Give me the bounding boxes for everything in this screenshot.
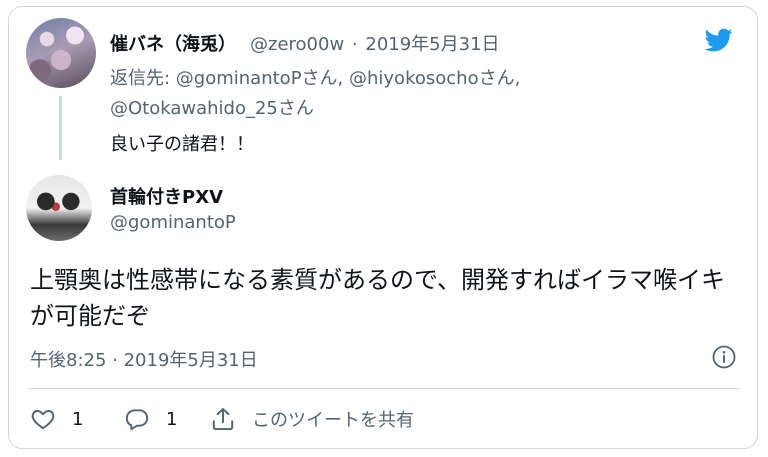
mention-suffix: さん,: [478, 68, 521, 89]
actions-divider: [28, 388, 740, 389]
main-handle[interactable]: @gominantoP: [110, 212, 236, 233]
mention-link[interactable]: @hiyokosocho: [349, 68, 479, 89]
parent-display-name[interactable]: 催バネ（海兎）: [110, 34, 236, 55]
like-count: 1: [72, 408, 84, 430]
twitter-bird-icon[interactable]: [702, 26, 736, 54]
thread-connector-line: [59, 96, 62, 160]
reply-button[interactable]: 1: [124, 405, 177, 433]
header-separator: ·: [351, 34, 358, 55]
reply-to-line: 返信先: @gominantoPさん, @hiyokosochoさん, @Oto…: [110, 64, 630, 124]
main-author-avatar[interactable]: [26, 175, 92, 241]
info-icon[interactable]: [712, 345, 736, 369]
reply-bubble-icon: [125, 409, 149, 431]
tweet-timestamp[interactable]: 午後8:25 · 2019年5月31日: [30, 346, 258, 372]
parent-tweet-text: 良い子の諸君！！: [110, 134, 254, 155]
main-tweet-text: 上顎奥は性感帯になる素質があるので、開発すればイラマ喉イキが可能だぞ: [30, 266, 726, 330]
mention-link[interactable]: @Otokawahido_25: [110, 98, 278, 119]
parent-handle[interactable]: @zero00w: [250, 34, 344, 55]
like-button[interactable]: 1: [30, 405, 83, 433]
mention-link[interactable]: @gominantoP: [176, 68, 302, 89]
share-label: このツイートを共有: [252, 410, 414, 431]
mention-suffix: さん: [277, 98, 314, 119]
share-button[interactable]: このツイートを共有: [210, 405, 414, 433]
mention-suffix: さん,: [301, 68, 349, 89]
main-display-name[interactable]: 首輪付きPXV: [110, 183, 223, 209]
heart-icon: [31, 410, 55, 430]
parent-author-avatar[interactable]: [26, 18, 96, 88]
share-icon: [212, 408, 234, 431]
parent-date[interactable]: 2019年5月31日: [365, 34, 499, 55]
reply-prefix: 返信先:: [110, 68, 176, 89]
reply-count: 1: [166, 408, 178, 430]
parent-tweet-header: 催バネ（海兎） @zero00w · 2019年5月31日: [110, 30, 500, 56]
